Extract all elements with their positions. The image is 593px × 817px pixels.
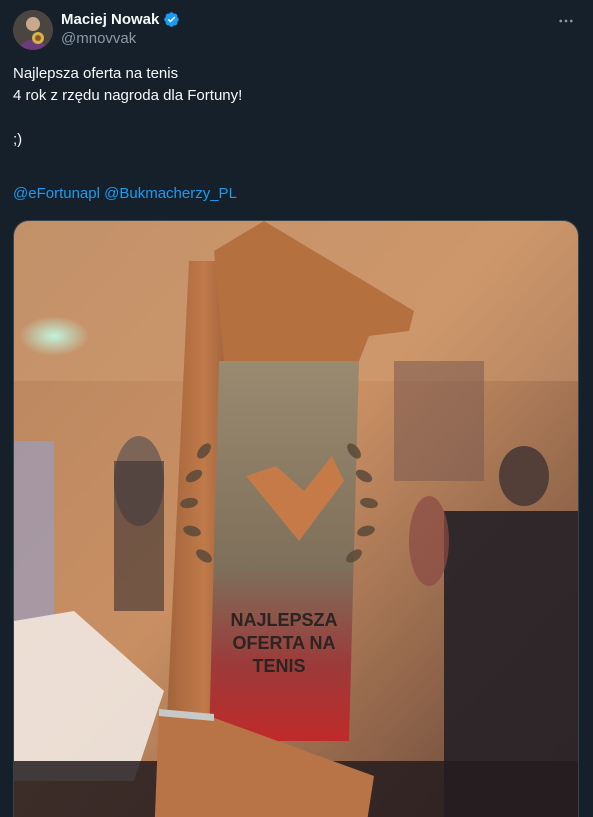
handle[interactable]: @mnovvak bbox=[61, 30, 180, 47]
tweet-text: Najlepsza oferta na tenis 4 rok z rzędu … bbox=[13, 63, 580, 151]
trophy-text-line2: OFERTA NA bbox=[233, 633, 336, 653]
tweet-text-line: ;) bbox=[13, 131, 23, 148]
author-names: Maciej Nowak @mnovvak bbox=[61, 9, 180, 47]
more-horizontal-icon[interactable] bbox=[556, 11, 576, 31]
trophy-text-line3: TENIS bbox=[252, 656, 305, 676]
trophy-photo: NAJLEPSZA OFERTA NA TENIS bbox=[14, 221, 578, 817]
trophy-text-line1: NAJLEPSZA bbox=[230, 610, 337, 630]
tweet-media-photo[interactable]: NAJLEPSZA OFERTA NA TENIS bbox=[13, 220, 579, 817]
tweet: Maciej Nowak @mnovvak Najlepsza oferta n… bbox=[0, 0, 593, 817]
tweet-text-line: Najlepsza oferta na tenis bbox=[13, 65, 179, 82]
verified-badge-icon bbox=[163, 11, 180, 28]
tweet-header: Maciej Nowak @mnovvak bbox=[13, 9, 580, 51]
mention-link-bukmacherzy[interactable]: @Bukmacherzy_PL bbox=[104, 185, 237, 202]
avatar[interactable] bbox=[13, 10, 53, 50]
tweet-text-line bbox=[13, 107, 580, 129]
mention-link-efortunapl[interactable]: @eFortunapl bbox=[13, 185, 100, 202]
avatar-photo-icon bbox=[13, 10, 53, 50]
display-name[interactable]: Maciej Nowak bbox=[61, 11, 159, 28]
tweet-text-line: 4 rok z rzędu nagroda dla Fortuny! bbox=[13, 87, 243, 104]
tweet-mentions: @eFortunapl @Bukmacherzy_PL bbox=[13, 183, 237, 205]
